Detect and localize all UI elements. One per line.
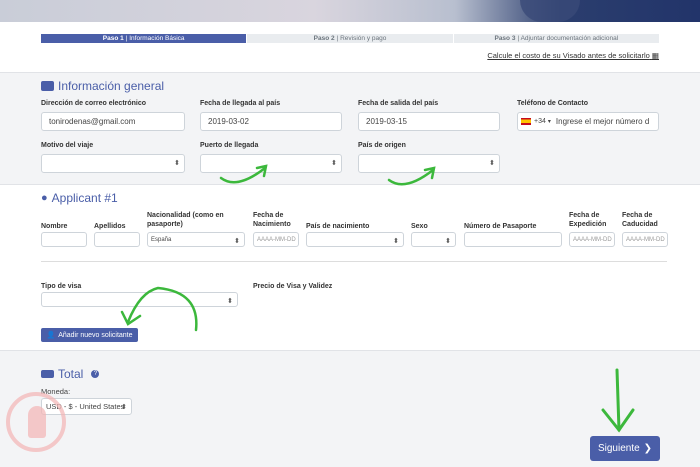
name-field[interactable]	[41, 232, 87, 247]
user-icon: ●	[41, 192, 48, 204]
arrival-date-field[interactable]: 2019-03-02	[200, 112, 342, 131]
general-info-title: Información general	[41, 79, 164, 93]
expiry-date-field[interactable]: AAAA-MM-DD	[622, 232, 668, 247]
sex-label: Sexo	[411, 223, 428, 230]
email-field[interactable]: tonirodenas@gmail.com	[41, 112, 185, 131]
annotation-arrow	[601, 368, 635, 433]
arrival-date-label: Fecha de llegada al país	[200, 100, 281, 107]
annotation-arrow	[120, 286, 198, 332]
progress-steps: Paso 1 | Información Básica Paso 2 | Revis…	[41, 34, 660, 43]
expiry-date-label: Fecha de Caducidad	[622, 212, 658, 228]
passport-field[interactable]	[464, 232, 562, 247]
birth-country-select[interactable]	[306, 232, 404, 247]
name-label: Nombre	[41, 223, 68, 230]
step-3: Paso 3 | Adjuntar documentación adicional	[454, 34, 660, 43]
trip-reason-select[interactable]	[41, 154, 185, 173]
watermark-logo	[6, 392, 66, 452]
visa-type-label: Tipo de visa	[41, 283, 82, 290]
next-button[interactable]: Siguiente ❯	[590, 436, 660, 461]
surname-field[interactable]	[94, 232, 140, 247]
chevron-right-icon: ❯	[643, 443, 653, 454]
add-user-icon: 👤	[46, 332, 56, 339]
money-icon	[41, 370, 54, 378]
surname-label: Apellidos	[94, 223, 126, 230]
origin-country-label: País de origen	[358, 142, 406, 149]
annotation-arrow	[387, 166, 436, 186]
passport-label: Número de Pasaporte	[464, 223, 537, 230]
arrival-port-label: Puerto de llegada	[200, 142, 259, 149]
annotation-arrow	[219, 164, 268, 184]
step-2: Paso 2 | Revisión y pago	[247, 34, 454, 43]
calculate-cost-link[interactable]: Calcule el costo de su Visado antes de s…	[487, 51, 659, 60]
departure-date-label: Fecha de salida del país	[358, 100, 439, 107]
nationality-label: Nacionalidad (como en pasaporte)	[147, 212, 224, 228]
phone-field[interactable]: +34 ▾ Ingrese el mejor número d	[517, 112, 659, 131]
birthdate-field[interactable]: AAAA-MM-DD	[253, 232, 299, 247]
trip-reason-label: Motivo del viaje	[41, 142, 94, 149]
divider	[41, 261, 667, 262]
total-title: Total ?	[41, 367, 100, 381]
nationality-select[interactable]: España	[147, 232, 245, 247]
departure-date-field[interactable]: 2019-03-15	[358, 112, 500, 131]
email-label: Dirección de correo electrónico	[41, 100, 147, 107]
flag-decoration	[520, 0, 580, 22]
sex-select[interactable]	[411, 232, 456, 247]
chevron-down-icon: ▾	[547, 119, 551, 125]
phone-label: Teléfono de Contacto	[517, 100, 589, 107]
birthdate-label: Fecha de Nacimiento	[253, 212, 291, 228]
visa-price-label: Precio de Visa y Validez	[253, 283, 333, 290]
top-banner	[0, 0, 700, 22]
birth-country-label: País de nacimiento	[306, 223, 370, 230]
general-info-section: Información general Dirección de correo …	[0, 72, 700, 185]
issue-date-field[interactable]: AAAA-MM-DD	[569, 232, 615, 247]
id-card-icon	[41, 81, 54, 91]
help-icon[interactable]: ?	[91, 370, 100, 378]
spain-flag-icon	[521, 118, 531, 125]
calculator-icon: ▦	[651, 51, 659, 60]
step-1: Paso 1 | Información Básica	[41, 34, 248, 43]
applicant-title: ● Applicant #1	[41, 191, 118, 205]
issue-date-label: Fecha de Expedición	[569, 212, 607, 228]
